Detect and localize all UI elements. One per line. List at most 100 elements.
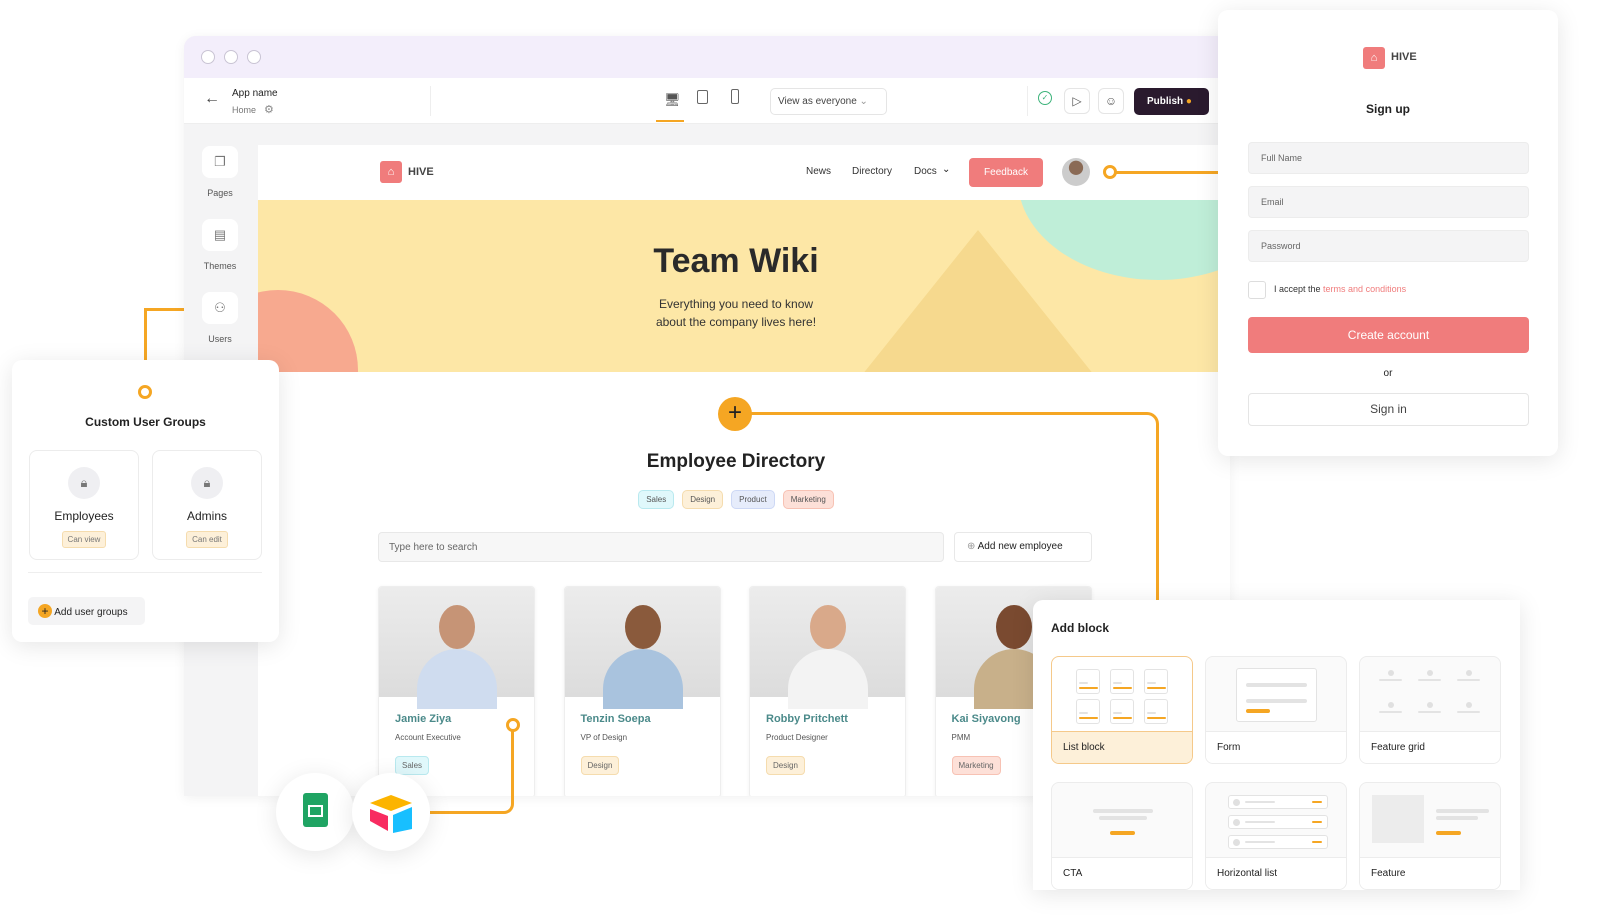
hive-logo-icon: ⌂ bbox=[380, 161, 402, 183]
rail-themes-label: Themes bbox=[203, 261, 237, 271]
block-option[interactable]: List block bbox=[1051, 656, 1193, 764]
block-option[interactable]: CTA bbox=[1051, 782, 1193, 890]
check-icon: ✓ bbox=[1038, 91, 1052, 105]
lock-icon: 🔒︎ bbox=[191, 467, 223, 499]
chevron-down-icon: ⌄ bbox=[859, 96, 868, 107]
signup-panel: ⌂ HIVE Sign up Full Name Email Password … bbox=[1218, 10, 1558, 456]
employee-tag: Marketing bbox=[951, 756, 1001, 775]
nav-news[interactable]: News bbox=[806, 166, 831, 177]
user-group-name: Admins bbox=[186, 509, 227, 523]
user-group-card[interactable]: 🔒︎ Admins Can edit bbox=[152, 450, 262, 560]
desktop-icon[interactable]: 🖥 bbox=[664, 92, 681, 108]
rail-users[interactable]: ⚇ bbox=[202, 292, 238, 324]
toolbar: ← App name Home ⚙ 🖥 View as everyone ⌄ ✓… bbox=[184, 78, 1230, 124]
employee-role: VP of Design bbox=[580, 733, 628, 742]
themes-icon: ▤ bbox=[213, 227, 227, 242]
create-account-button[interactable]: Create account bbox=[1248, 317, 1529, 353]
employee-card[interactable]: Tenzin Soepa VP of Design Design bbox=[563, 586, 721, 796]
user-groups-title: Custom User Groups bbox=[85, 415, 206, 429]
filter-chip-sales[interactable]: Sales bbox=[638, 490, 675, 509]
email-input[interactable]: Email bbox=[1248, 186, 1529, 218]
user-group-name: Employees bbox=[54, 509, 114, 523]
filter-chip-design[interactable]: Design bbox=[682, 490, 724, 509]
employee-photo bbox=[750, 587, 905, 709]
feedback-button[interactable]: Feedback bbox=[969, 158, 1043, 187]
status-dot-icon: ● bbox=[1185, 96, 1192, 107]
nav-directory[interactable]: Directory bbox=[852, 166, 892, 177]
window-close[interactable] bbox=[201, 50, 215, 64]
brand: HIVE bbox=[408, 166, 434, 178]
hive-logo-icon: ⌂ bbox=[1363, 47, 1385, 69]
employee-tag: Design bbox=[580, 756, 620, 775]
play-icon: ▷ bbox=[1072, 94, 1082, 108]
tablet-icon[interactable] bbox=[697, 90, 708, 104]
nav-docs[interactable]: Docs bbox=[914, 166, 937, 177]
block-label: List block bbox=[1052, 731, 1192, 763]
hero-title: Team Wiki bbox=[653, 242, 819, 280]
page-name[interactable]: Home bbox=[232, 105, 256, 115]
block-label: Feature bbox=[1360, 857, 1500, 889]
user-preview-button[interactable]: ☺ bbox=[1098, 88, 1124, 114]
block-label: CTA bbox=[1052, 857, 1192, 889]
plus-icon: + bbox=[38, 604, 52, 618]
signup-brand: HIVE bbox=[1391, 51, 1417, 63]
terms-link[interactable]: terms and conditions bbox=[1323, 284, 1406, 294]
rail-themes[interactable]: ▤ bbox=[202, 219, 238, 251]
block-option[interactable]: Feature grid bbox=[1359, 656, 1501, 764]
airtable-icon bbox=[370, 795, 412, 833]
publish-button[interactable]: Publish ● bbox=[1134, 88, 1209, 115]
password-input[interactable]: Password bbox=[1248, 230, 1529, 262]
title-bar bbox=[184, 36, 1230, 78]
pages-icon: ❐ bbox=[214, 154, 226, 169]
rail-pages[interactable]: ❐ bbox=[202, 146, 238, 178]
mobile-icon[interactable] bbox=[731, 89, 739, 104]
airtable-integration[interactable] bbox=[352, 773, 430, 851]
view-as-dropdown[interactable]: View as everyone ⌄ bbox=[770, 88, 887, 115]
app-name: App name bbox=[232, 88, 278, 99]
preview-button[interactable]: ▷ bbox=[1064, 88, 1090, 114]
accept-label: I accept the bbox=[1274, 284, 1321, 294]
user-icon: ☺ bbox=[1104, 94, 1118, 108]
employee-card[interactable]: Robby Pritchett Product Designer Design bbox=[749, 586, 906, 796]
site-nav: ⌂ HIVE News Directory Docs ⌄ Feedback bbox=[258, 145, 1230, 200]
add-section-button[interactable]: + bbox=[718, 397, 752, 431]
avatar[interactable] bbox=[1062, 158, 1090, 186]
sign-in-button[interactable]: Sign in bbox=[1248, 393, 1529, 426]
block-option[interactable]: Form bbox=[1205, 656, 1347, 764]
permission-badge: Can edit bbox=[186, 531, 228, 548]
hero: Team Wiki Everything you need to know ab… bbox=[258, 200, 1230, 372]
block-label: Feature grid bbox=[1360, 731, 1500, 763]
google-sheets-integration[interactable] bbox=[276, 773, 354, 851]
add-user-groups-label: Add user groups bbox=[54, 607, 128, 618]
user-group-card[interactable]: 🔒︎ Employees Can view bbox=[29, 450, 139, 560]
user-groups-panel: Custom User Groups 🔒︎ Employees Can view… bbox=[12, 360, 279, 642]
employee-name: Robby Pritchett bbox=[766, 713, 848, 725]
chevron-down-icon: ⌄ bbox=[942, 164, 951, 175]
employee-name: Tenzin Soepa bbox=[580, 713, 651, 725]
block-option[interactable]: Feature bbox=[1359, 782, 1501, 890]
window-maximize[interactable] bbox=[247, 50, 261, 64]
employee-tag: Design bbox=[766, 756, 805, 775]
lock-icon: 🔒︎ bbox=[68, 467, 100, 499]
add-user-groups-button[interactable]: + Add user groups bbox=[28, 597, 145, 625]
employee-photo bbox=[564, 587, 720, 709]
add-block-title: Add block bbox=[1051, 621, 1110, 635]
terms-checkbox[interactable] bbox=[1248, 281, 1266, 299]
hero-subtitle-2: about the company lives here! bbox=[655, 315, 817, 329]
block-label: Form bbox=[1206, 731, 1346, 763]
block-option[interactable]: Horizontal list bbox=[1205, 782, 1347, 890]
back-arrow-icon[interactable]: ← bbox=[204, 90, 220, 108]
settings-icon[interactable]: ⚙ bbox=[264, 103, 274, 116]
employee-role: Product Designer bbox=[766, 733, 828, 742]
window-minimize[interactable] bbox=[224, 50, 238, 64]
hero-subtitle-1: Everything you need to know bbox=[658, 297, 814, 311]
view-as-label: View as everyone bbox=[778, 96, 857, 107]
block-label: Horizontal list bbox=[1206, 857, 1346, 889]
or-label: or bbox=[1383, 368, 1393, 379]
rail-pages-label: Pages bbox=[207, 188, 233, 198]
google-sheets-icon bbox=[303, 793, 328, 827]
users-icon: ⚇ bbox=[214, 300, 226, 315]
signup-title: Sign up bbox=[1366, 102, 1410, 116]
employee-tag: Sales bbox=[395, 756, 430, 775]
full-name-input[interactable]: Full Name bbox=[1248, 142, 1529, 174]
